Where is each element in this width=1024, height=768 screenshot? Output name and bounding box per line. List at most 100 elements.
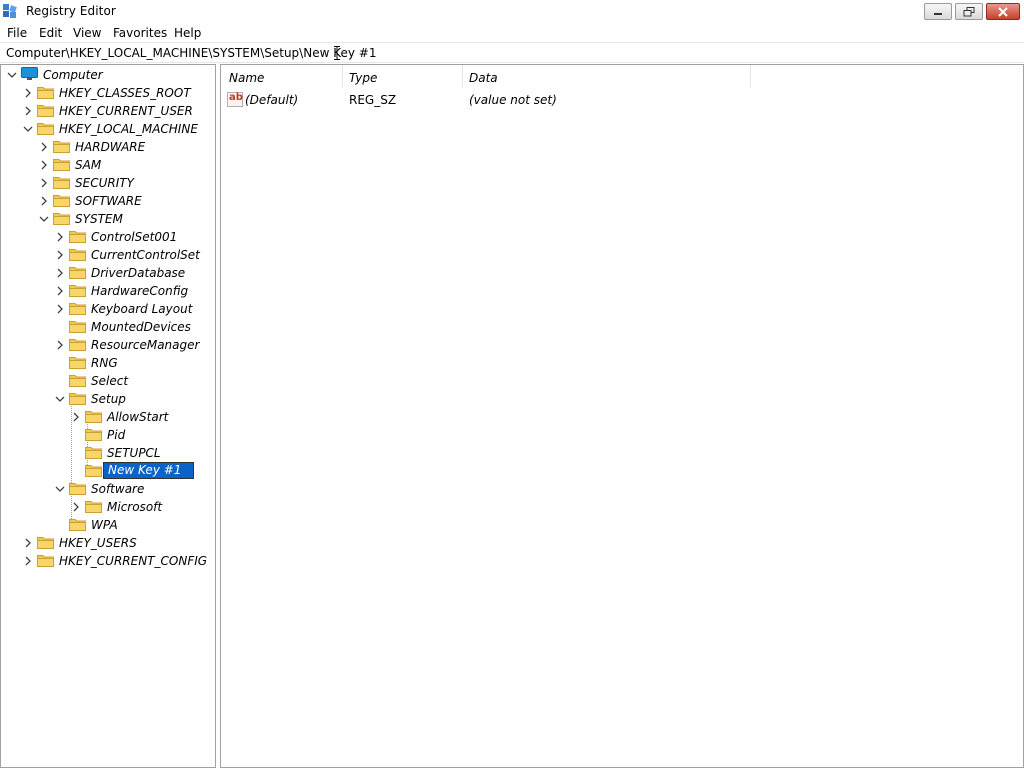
chevron-down-icon[interactable] (55, 483, 65, 495)
menu-help[interactable]: Help (174, 26, 201, 40)
tree-item-currentcontrolset[interactable]: CurrentControlSet (1, 246, 215, 264)
tree-item-label: Setup (91, 392, 126, 406)
rename-key-input[interactable]: New Key #1 (101, 461, 196, 480)
folder-icon (69, 249, 86, 261)
folder-icon (53, 177, 70, 189)
tree-item-rng[interactable]: RNG (1, 354, 215, 372)
tree-item-label: Software (91, 482, 145, 496)
chevron-right-icon[interactable] (55, 249, 65, 261)
chevron-down-icon[interactable] (55, 393, 65, 405)
folder-icon (53, 213, 70, 225)
chevron-right-icon[interactable] (39, 141, 49, 153)
tree-item-computer[interactable]: Computer (1, 66, 215, 84)
close-icon (998, 6, 1008, 17)
tree-item-resourcemanager[interactable]: ResourceManager (1, 336, 215, 354)
tree-item-allowstart[interactable]: AllowStart (1, 408, 215, 426)
chevron-right-icon[interactable] (39, 195, 49, 207)
value-type: REG_SZ (349, 93, 397, 107)
registry-editor-icon (3, 4, 17, 18)
tree-item-label: Microsoft (107, 500, 163, 514)
chevron-down-icon[interactable] (7, 69, 17, 81)
folder-icon (69, 267, 86, 279)
folder-icon (37, 87, 54, 99)
tree-item-hkey-users[interactable]: HKEY_USERS (1, 534, 215, 552)
folder-icon (85, 501, 102, 513)
column-header-name[interactable]: Name (221, 65, 343, 89)
tree-item-label: WPA (91, 518, 118, 532)
tree-item-software[interactable]: Software (1, 480, 215, 498)
tree-item-hkey-current-config[interactable]: HKEY_CURRENT_CONFIG (1, 552, 215, 570)
folder-icon (53, 195, 70, 207)
restore-button[interactable] (955, 3, 983, 20)
tree-item-system[interactable]: SYSTEM (1, 210, 215, 228)
tree-item-hkey-classes-root[interactable]: HKEY_CLASSES_ROOT (1, 84, 215, 102)
tree-item-security[interactable]: SECURITY (1, 174, 215, 192)
restore-icon (963, 6, 975, 16)
tree-item-select[interactable]: Select (1, 372, 215, 390)
menu-view[interactable]: View (73, 26, 101, 40)
value-row[interactable]: ab (Default) REG_SZ (value not set) (221, 91, 821, 109)
tree-item-hardwareconfig[interactable]: HardwareConfig (1, 282, 215, 300)
tree-item-software[interactable]: SOFTWARE (1, 192, 215, 210)
tree-item-microsoft[interactable]: Microsoft (1, 498, 215, 516)
column-header-data-label: Data (469, 71, 498, 85)
folder-icon (69, 303, 86, 315)
chevron-down-icon[interactable] (39, 213, 49, 225)
tree-item-setupcl[interactable]: SETUPCL (1, 444, 215, 462)
computer-icon (21, 67, 38, 80)
folder-icon (69, 483, 86, 495)
tree-item-label: HKEY_CURRENT_CONFIG (59, 554, 208, 568)
tree-item-label: Select (91, 374, 129, 388)
value-name: (Default) (245, 93, 299, 107)
tree-item-label: MountedDevices (91, 320, 191, 334)
chevron-right-icon[interactable] (55, 231, 65, 243)
tree-item-sam[interactable]: SAM (1, 156, 215, 174)
menu-edit[interactable]: Edit (39, 26, 62, 40)
folder-icon (37, 123, 54, 135)
tree-item-setup[interactable]: Setup (1, 390, 215, 408)
tree-item-mounteddevices[interactable]: MountedDevices (1, 318, 215, 336)
column-separator[interactable] (750, 65, 751, 87)
address-bar[interactable]: Computer\HKEY_LOCAL_MACHINE\SYSTEM\Setup… (0, 42, 1024, 63)
tree-item-label: HKEY_CURRENT_USER (59, 104, 193, 118)
tree-item-label: AllowStart (107, 410, 169, 424)
chevron-right-icon[interactable] (71, 411, 81, 423)
title-bar: Registry Editor (0, 0, 1024, 23)
tree-item-pid[interactable]: Pid (1, 426, 215, 444)
folder-icon (53, 159, 70, 171)
tree-item-controlset001[interactable]: ControlSet001 (1, 228, 215, 246)
key-tree-pane[interactable]: Computer HKEY_CLASSES_ROOT HKEY_CURRENT_US… (0, 64, 216, 768)
address-path[interactable]: Computer\HKEY_LOCAL_MACHINE\SYSTEM\Setup… (6, 46, 376, 60)
chevron-right-icon[interactable] (71, 501, 81, 513)
minimize-icon (934, 12, 942, 15)
menu-file[interactable]: File (7, 26, 27, 40)
values-list-pane[interactable]: Name Type Data ab (Default) REG_SZ (valu… (220, 64, 1024, 768)
tree-item-new-key-1[interactable]: New Key #1 (1, 461, 215, 480)
tree-item-keyboard-layout[interactable]: Keyboard Layout (1, 300, 215, 318)
chevron-right-icon[interactable] (23, 87, 33, 99)
chevron-right-icon[interactable] (23, 105, 33, 117)
tree-item-wpa[interactable]: WPA (1, 516, 215, 534)
column-header-data[interactable]: Data (461, 65, 751, 89)
tree-item-hardware[interactable]: HARDWARE (1, 138, 215, 156)
folder-icon (37, 537, 54, 549)
chevron-right-icon[interactable] (55, 303, 65, 315)
minimize-button[interactable] (924, 3, 952, 20)
tree-item-label: ControlSet001 (91, 230, 178, 244)
tree-item-label: Computer (43, 68, 103, 82)
menu-favorites[interactable]: Favorites (113, 26, 167, 40)
chevron-down-icon[interactable] (23, 123, 33, 135)
chevron-right-icon[interactable] (55, 339, 65, 351)
chevron-right-icon[interactable] (39, 159, 49, 171)
tree-item-hkey-current-user[interactable]: HKEY_CURRENT_USER (1, 102, 215, 120)
chevron-right-icon[interactable] (55, 285, 65, 297)
close-button[interactable] (986, 3, 1020, 20)
tree-item-driverdatabase[interactable]: DriverDatabase (1, 264, 215, 282)
folder-icon (69, 321, 86, 333)
tree-item-hkey-local-machine[interactable]: HKEY_LOCAL_MACHINE (1, 120, 215, 138)
chevron-right-icon[interactable] (55, 267, 65, 279)
chevron-right-icon[interactable] (23, 537, 33, 549)
chevron-right-icon[interactable] (23, 555, 33, 567)
column-header-type[interactable]: Type (341, 65, 461, 89)
chevron-right-icon[interactable] (39, 177, 49, 189)
